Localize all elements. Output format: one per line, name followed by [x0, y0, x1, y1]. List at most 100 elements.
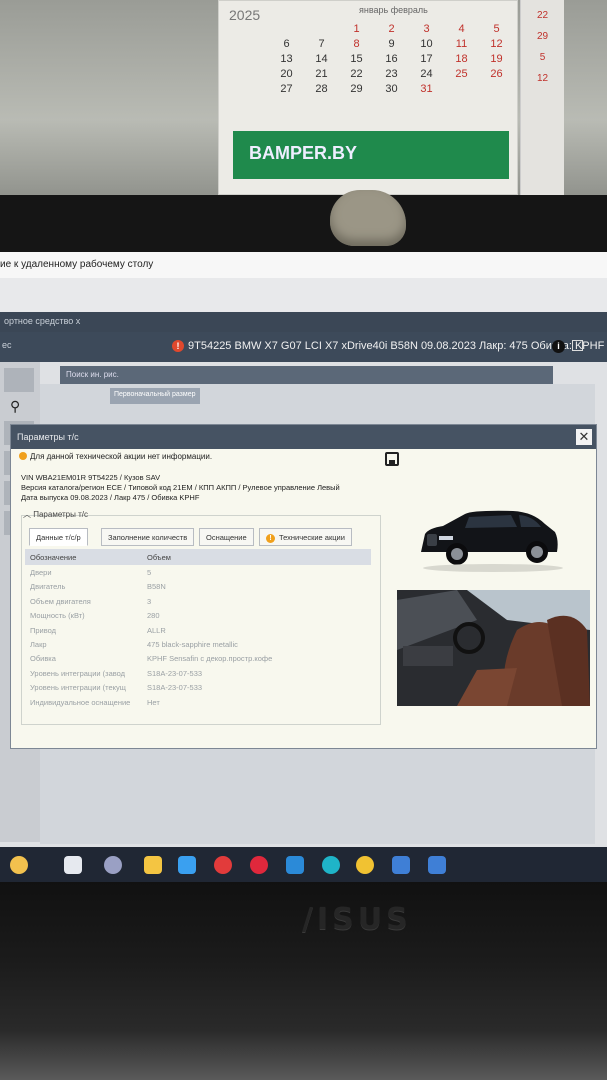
calendar-day: 6 [283, 38, 290, 50]
tab-label: Данные т/с/р [36, 533, 81, 542]
param-name: Уровень интеграции (завод [30, 668, 126, 678]
app-tab-bar[interactable]: ортное средство x [0, 312, 607, 332]
calendar-month: январь февраль [359, 5, 428, 15]
remote-desktop-icon-2[interactable] [428, 856, 446, 874]
notice-line: Для данной технической акции нет информа… [19, 452, 212, 461]
mail-icon[interactable] [286, 856, 304, 874]
calendar-day [269, 23, 304, 35]
chrome-icon[interactable] [356, 856, 374, 874]
calendar-day: 30 [385, 83, 398, 95]
calendar-day [479, 83, 514, 95]
table-row[interactable]: Индивидуальное оснащение Нет [25, 695, 371, 709]
calendar-day: 14 [315, 53, 328, 65]
table-row[interactable]: Обивка KPHF Sensafin с декор.простр.кофе [25, 651, 371, 665]
calendar-day: 8 [353, 38, 360, 50]
group-toggle[interactable]: ︿ Параметры т/с [23, 509, 88, 520]
tab-2[interactable]: Оснащение [199, 528, 254, 546]
table-row[interactable]: Двери 5 [25, 565, 371, 579]
param-name: Лакр [30, 639, 47, 649]
param-value: S18A-23-07-533 [147, 683, 203, 693]
edge-icon[interactable] [322, 856, 340, 874]
tab-0[interactable]: Данные т/с/р [29, 528, 88, 546]
table-row[interactable]: Двигатель B58N [25, 579, 371, 593]
calendar-day: 10 [420, 38, 433, 50]
param-name: Обивка [30, 654, 56, 664]
calendar-day: 28 [315, 83, 328, 95]
table-header: Обозначение Объем [25, 549, 371, 565]
file-explorer-icon[interactable] [144, 856, 162, 874]
column-header[interactable]: Объем [147, 553, 171, 562]
tab-3[interactable]: ! Технические акции [259, 528, 352, 546]
app-tab-label[interactable]: ортное средство x [4, 316, 80, 326]
print-icon[interactable] [385, 452, 399, 466]
calendar-day: 9 [388, 38, 395, 50]
yandex-browser-icon[interactable] [214, 856, 232, 874]
table-row[interactable]: Уровень интеграции (текущ S18A-23-07-533 [25, 680, 371, 694]
calendar-day: 23 [385, 68, 398, 80]
param-name: Уровень интеграции (текущ [30, 683, 126, 693]
table-row[interactable]: Объем двигателя 3 [25, 594, 371, 608]
laptop-bottom-bezel: /ISUS [0, 882, 607, 1080]
window-restore-icon[interactable] [572, 340, 583, 351]
opera-icon[interactable] [250, 856, 268, 874]
parameters-table: Обозначение Объем Двери 5 Двигатель B58N Объем… [25, 549, 371, 709]
param-value: 5 [147, 568, 152, 577]
calendar-day: 21 [315, 68, 328, 80]
calendar-day: 17 [420, 53, 433, 65]
calendar-day: 4 [458, 23, 465, 35]
store-icon[interactable] [178, 856, 196, 874]
section-header: Поиск ин. рис. [60, 366, 553, 384]
calendar-day: 19 [490, 53, 503, 65]
calendar-day: 7 [318, 38, 325, 50]
calendar-day: 5 [493, 23, 500, 35]
vehicle-header-left: ec [2, 340, 12, 350]
vehicle-info: VIN WBA21EM01R 9T54225 / Кузов SAV Верси… [21, 473, 340, 503]
dialog-header: Параметры т/с ✕ [11, 425, 596, 449]
table-row[interactable]: Мощность (кВт) 280 [25, 608, 371, 622]
column-header[interactable]: Обозначение [30, 553, 145, 562]
taskview-icon[interactable] [64, 856, 82, 874]
tab-label: Заполнение количеств [108, 533, 188, 542]
calendar-day: 13 [280, 53, 293, 65]
search-icon[interactable]: ⚲ [10, 398, 30, 415]
calendar-banner: BAMPER.BY [233, 131, 509, 179]
calendar-grid: 1 2 3 4 5 6 7 8 9 10 11 12 13 14 15 16 17 18 19 20 21 22 23 24 2… [269, 23, 514, 95]
param-value: B58N [147, 582, 166, 592]
remote-desktop-title-bar: ие к удаленному рабочему столу [0, 252, 607, 278]
calendar-day: 29 [350, 83, 363, 95]
calendar-day: 12 [490, 38, 503, 50]
webcam-cover [330, 190, 406, 246]
window-gap [0, 278, 607, 312]
date-line: Дата выпуска 09.08.2023 / Лакр 475 / Оби… [21, 493, 200, 502]
calendar-day: 20 [280, 68, 293, 80]
table-row[interactable]: Лакр 475 black-sapphire metallic [25, 637, 371, 651]
toolbar-icons[interactable] [4, 368, 34, 392]
table-row[interactable]: Привод ALLR [25, 623, 371, 637]
calendar-day: 25 [455, 68, 468, 80]
param-value: ALLR [147, 625, 166, 635]
calendar-day: 24 [420, 68, 433, 80]
close-icon[interactable]: ✕ [576, 429, 592, 445]
calendar-day: 31 [420, 83, 433, 95]
param-value: 3 [147, 596, 152, 606]
tab-1[interactable]: Заполнение количеств [101, 528, 195, 546]
calendar-side-day: 5 [539, 52, 546, 63]
table-row[interactable]: Уровень интеграции (завод S18A-23-07-533 [25, 666, 371, 680]
remote-desktop-icon[interactable] [392, 856, 410, 874]
param-value: KPHF Sensafin с декор.простр.кофе [147, 654, 273, 664]
vehicle-title: 9T54225 BMW X7 G07 LCI X7 xDrive40i B58N… [188, 340, 605, 352]
param-name: Привод [30, 625, 57, 635]
vin-line: VIN WBA21EM01R 9T54225 / Кузов SAV [21, 473, 161, 482]
info-icon[interactable]: i [552, 340, 565, 353]
calendar-day: 22 [350, 68, 363, 80]
car-interior-image [397, 590, 590, 706]
calendar-side-strip: 22 29 5 12 [520, 0, 564, 195]
copilot-icon[interactable] [10, 856, 28, 874]
brand-logo: /ISUS [302, 902, 412, 937]
warning-icon[interactable]: ! [172, 340, 184, 352]
param-name: Объем двигателя [30, 596, 91, 606]
tab-label: Оснащение [206, 533, 247, 542]
calendar-day: 11 [455, 38, 468, 50]
circle-app-icon[interactable] [104, 856, 122, 874]
original-size-button[interactable]: Первоначальный размер [110, 388, 200, 404]
